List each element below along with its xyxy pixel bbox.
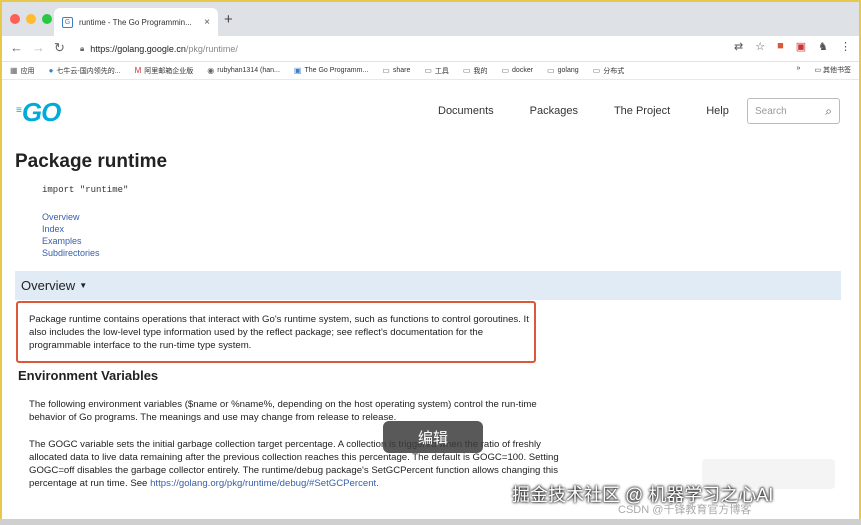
logo-text: GO: [21, 97, 61, 127]
bookmark-label: 应用: [20, 67, 35, 75]
folder-icon: ▭: [592, 66, 601, 75]
gmail-icon: M: [134, 66, 142, 75]
bookmark-aliyun-mail[interactable]: M 阿里邮箱企业版: [135, 66, 194, 76]
toc-link-index[interactable]: Index: [42, 223, 100, 235]
bookmark-label: share: [392, 67, 411, 74]
minimize-window-icon[interactable]: [26, 14, 36, 24]
tab-strip: G runtime - The Go Programmin... × +: [2, 2, 859, 36]
toolbar-icons: ⇄ ☆ ■ ▣ ♞ ⋮: [734, 40, 851, 53]
forward-icon[interactable]: →: [32, 40, 45, 55]
edit-button[interactable]: 编辑: [383, 421, 483, 453]
url-path: /pkg/runtime/: [185, 44, 238, 54]
bookmark-label: 七牛云-国内领先的...: [56, 67, 121, 75]
bookmark-label: 分布式: [603, 67, 625, 75]
bookmarks-bar: ▦ 应用 ● 七牛云-国内领先的... M 阿里邮箱企业版 ◉ rubyhan1314 …: [2, 62, 859, 80]
close-window-icon[interactable]: [10, 14, 20, 24]
folder-icon: ▭: [501, 66, 510, 75]
top-navigation: Documents Packages The Project Help: [438, 105, 729, 117]
toc-link-overview[interactable]: Overview: [42, 211, 100, 223]
bookmark-folder-share[interactable]: ▭ share: [382, 66, 410, 75]
bookmarks-overflow: » ▭ 其他书签: [797, 65, 851, 75]
bookmark-label: golang: [557, 67, 579, 74]
url-host: https://golang.google.cn: [90, 44, 186, 54]
speed-lines-icon: ≡: [16, 105, 22, 116]
new-tab-button[interactable]: +: [224, 12, 233, 27]
menu-icon[interactable]: ⋮: [840, 40, 851, 53]
bookmark-star-icon[interactable]: ☆: [755, 40, 765, 53]
bookmark-apps[interactable]: ▦ 应用: [10, 66, 35, 76]
qiniu-icon: ●: [48, 66, 54, 75]
apps-icon: ▦: [10, 66, 18, 75]
overview-paragraph: Package runtime contains operations that…: [29, 314, 529, 351]
go-logo[interactable]: ≡GO: [16, 97, 61, 128]
window-controls: [10, 14, 52, 24]
page-title: Package runtime: [15, 151, 168, 172]
env-paragraph-1: The following environment variables ($na…: [29, 399, 537, 423]
nav-documents[interactable]: Documents: [438, 105, 494, 117]
go-gopher-icon: G: [62, 16, 73, 28]
setgcpercent-link[interactable]: https://golang.org/pkg/runtime/debug/#Se…: [150, 478, 379, 489]
browser-window: G runtime - The Go Programmin... × + ← →…: [0, 0, 861, 525]
tab-title: runtime - The Go Programmin...: [79, 17, 192, 27]
search-input[interactable]: Search ⌕: [747, 98, 840, 124]
bookmark-label: The Go Programm...: [304, 67, 369, 74]
table-of-contents: Overview Index Examples Subdirectories: [42, 211, 100, 259]
close-tab-icon[interactable]: ×: [204, 17, 210, 28]
folder-icon: ▭: [424, 66, 432, 75]
bookmark-label: 工具: [434, 67, 449, 75]
search-icon[interactable]: ⌕: [825, 104, 832, 119]
bookmark-folder-tools[interactable]: ▭ 工具: [424, 66, 449, 76]
bookmark-go[interactable]: ▣ The Go Programm...: [294, 66, 368, 75]
other-bookmarks-label: 其他书签: [823, 67, 851, 74]
address-toolbar: ← → ↻ 🔒︎ https://golang.google.cn/pkg/ru…: [2, 36, 859, 62]
env-paragraph-2: The GOGC variable sets the initial garba…: [29, 438, 564, 490]
profile-icon[interactable]: ♞: [818, 40, 828, 53]
address-bar[interactable]: 🔒︎ https://golang.google.cn/pkg/runtime/: [80, 40, 710, 58]
folder-icon: ▭: [814, 67, 823, 74]
folder-icon: ▭: [547, 66, 555, 75]
nav-help[interactable]: Help: [706, 105, 729, 117]
bookmark-label: 阿里邮箱企业版: [144, 67, 194, 75]
back-icon[interactable]: ←: [10, 40, 23, 55]
translate-icon[interactable]: ⇄: [734, 40, 743, 53]
bookmark-folder-golang[interactable]: ▭ golang: [547, 66, 579, 75]
lock-icon: 🔒︎: [80, 44, 85, 53]
tab-runtime[interactable]: G runtime - The Go Programmin... ×: [54, 8, 218, 36]
toc-link-examples[interactable]: Examples: [42, 235, 100, 247]
page-content: ≡GO Documents Packages The Project Help …: [2, 81, 859, 523]
env-variables-heading: Environment Variables: [18, 368, 159, 383]
more-bookmarks-button[interactable]: »: [797, 65, 801, 75]
extension-icon[interactable]: ■: [777, 40, 784, 53]
bookmark-label: 我的: [473, 67, 488, 75]
go-icon: ▣: [293, 66, 302, 75]
search-placeholder: Search: [755, 105, 787, 117]
bookmark-github[interactable]: ◉ rubyhan1314 (han...: [207, 66, 280, 75]
reload-icon[interactable]: ↻: [54, 40, 65, 56]
maximize-window-icon[interactable]: [42, 14, 52, 24]
bookmark-folder-docker[interactable]: ▭ docker: [501, 66, 533, 75]
bottom-strip: [0, 519, 861, 525]
bookmark-folder-distributed[interactable]: ▭ 分布式: [593, 66, 625, 76]
overview-section-toggle[interactable]: Overview ▼: [15, 271, 841, 300]
other-bookmarks-folder[interactable]: ▭ 其他书签: [814, 65, 851, 75]
bookmark-label: rubyhan1314 (han...: [217, 67, 280, 74]
github-icon: ◉: [207, 66, 215, 75]
bookmark-qiniu[interactable]: ● 七牛云-国内领先的...: [49, 66, 121, 76]
nav-packages[interactable]: Packages: [530, 105, 578, 117]
overview-heading: Overview: [21, 278, 76, 293]
folder-icon: ▭: [382, 66, 390, 75]
bookmark-label: docker: [512, 67, 534, 74]
import-statement: import "runtime": [42, 185, 129, 195]
nav-the-project[interactable]: The Project: [614, 105, 670, 117]
toc-link-subdirectories[interactable]: Subdirectories: [42, 247, 100, 259]
pdf-extension-icon[interactable]: ▣: [796, 40, 806, 53]
bookmark-folder-mine[interactable]: ▭ 我的: [463, 66, 488, 76]
folder-icon: ▭: [462, 66, 471, 75]
caret-down-icon: ▼: [79, 281, 88, 290]
watermark-csdn: CSDN @千锋教育官方博客: [618, 504, 752, 516]
